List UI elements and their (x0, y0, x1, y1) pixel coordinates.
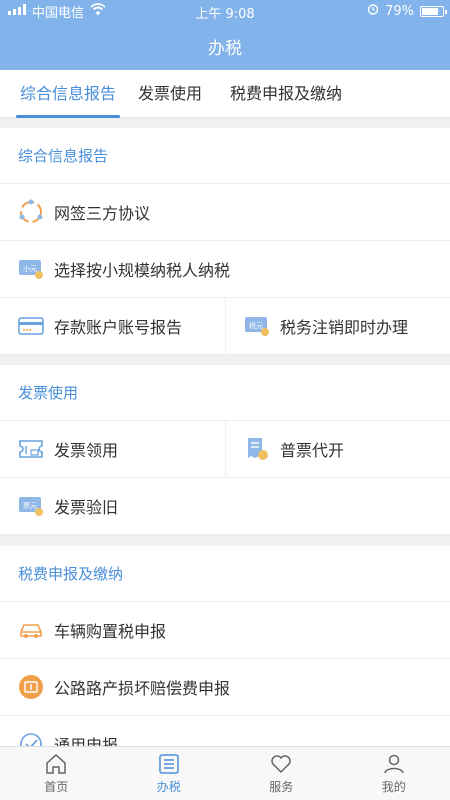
app-header: 中国电信 79% 上午 9:08 办税 (0, 0, 450, 70)
item-invoice-issue[interactable]: 普票代开 (225, 421, 450, 477)
tabbar-label: 办税 (156, 780, 181, 794)
alarm-icon (367, 3, 379, 19)
user-icon (384, 754, 404, 774)
section-title: 综合信息报告 (0, 128, 450, 184)
list-icon (159, 754, 179, 774)
check-icon (18, 731, 44, 746)
tabbar-mine[interactable]: 我的 (338, 747, 450, 800)
tabbar-label: 我的 (381, 780, 406, 794)
item-label: 税务注销即时办理 (280, 318, 409, 337)
item-label: 通用申报 (54, 736, 119, 746)
ticket-icon: 票元 (18, 493, 44, 519)
invoice-claim-icon (18, 436, 44, 462)
signal-icon (8, 3, 26, 19)
section-title: 发票使用 (0, 365, 450, 421)
tabbar-label: 服务 (269, 780, 294, 794)
item-label: 发票验旧 (54, 498, 119, 517)
agreement-icon (18, 199, 44, 225)
item-label: 车辆购置税申报 (54, 622, 167, 641)
section-declare: 税费申报及缴纳 车辆购置税申报 公路路产损坏赔偿费申报 通用申报 (0, 546, 450, 746)
tax-cancel-icon: 税元 (244, 313, 270, 339)
road-icon (18, 674, 44, 700)
item-label: 普票代开 (280, 441, 345, 460)
item-online-agreement[interactable]: 网签三方协议 (0, 184, 450, 240)
battery-percent: 79% (385, 3, 414, 19)
item-vehicle-tax[interactable]: 车辆购置税申报 (0, 602, 450, 658)
item-invoice-check[interactable]: 票元 发票验旧 (0, 478, 450, 534)
tabbar-label: 首页 (44, 780, 69, 794)
status-bar: 中国电信 79% (0, 0, 450, 22)
tab-declare[interactable]: 税费申报及缴纳 (230, 70, 342, 118)
page-title: 办税 (208, 39, 242, 59)
item-tax-cancel[interactable]: 税元 税务注销即时办理 (225, 298, 450, 354)
tabbar-service[interactable]: 服务 (225, 747, 338, 800)
item-small-scale[interactable]: 小元 选择按小规模纳税人纳税 (0, 241, 450, 297)
item-general[interactable]: 通用申报 (0, 716, 450, 746)
category-tabs: 综合信息报告 发票使用 税费申报及缴纳 (0, 70, 450, 118)
item-invoice-claim[interactable]: 发票领用 (0, 421, 225, 477)
svg-text:税元: 税元 (249, 321, 263, 330)
battery-icon (420, 5, 447, 17)
item-label: 发票领用 (54, 441, 119, 460)
home-icon (46, 753, 66, 774)
heart-icon (271, 755, 291, 774)
svg-text:票元: 票元 (23, 502, 37, 510)
section-info-report: 综合信息报告 网签三方协议 小元 选择按小规模纳税人纳税 存款账户账号报告 税元 (0, 128, 450, 355)
carrier-name: 中国电信 (32, 5, 85, 21)
bottom-tab-bar: 首页 办税 服务 我的 (0, 746, 450, 800)
tabbar-home[interactable]: 首页 (0, 747, 113, 800)
card-icon (18, 313, 44, 339)
item-label: 存款账户账号报告 (54, 318, 183, 337)
item-account-report[interactable]: 存款账户账号报告 (0, 298, 225, 354)
svg-text:小元: 小元 (23, 264, 37, 273)
tab-invoice[interactable]: 发票使用 (138, 70, 202, 118)
receipt-icon (244, 436, 270, 462)
small-scale-icon: 小元 (18, 256, 44, 282)
item-label: 选择按小规模纳税人纳税 (54, 261, 231, 280)
item-label: 网签三方协议 (54, 204, 151, 223)
car-icon (18, 617, 44, 643)
tab-info-report[interactable]: 综合信息报告 (15, 70, 121, 118)
tabbar-tax[interactable]: 办税 (113, 747, 226, 800)
item-label: 公路路产损坏赔偿费申报 (54, 679, 231, 698)
wifi-icon (90, 3, 106, 19)
item-road-damage[interactable]: 公路路产损坏赔偿费申报 (0, 659, 450, 715)
section-title: 税费申报及缴纳 (0, 546, 450, 602)
section-invoice: 发票使用 发票领用 普票代开 票元 发票验旧 (0, 365, 450, 535)
